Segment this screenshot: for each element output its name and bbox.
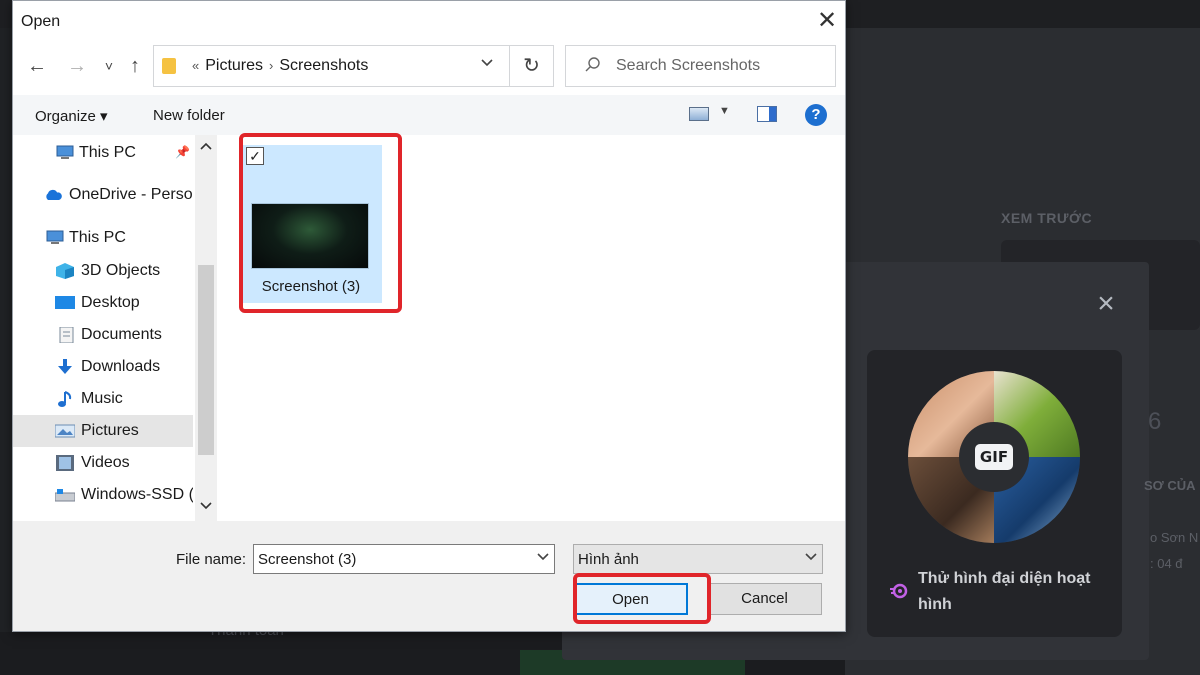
nav-item-label: Pictures bbox=[81, 422, 139, 439]
monitor-icon bbox=[56, 145, 74, 159]
search-input[interactable] bbox=[616, 46, 826, 86]
breadcrumb-separator: › bbox=[269, 58, 274, 73]
nav-item-label: This PC bbox=[79, 144, 136, 161]
nav-item-onedrive[interactable]: OneDrive - Person bbox=[13, 179, 193, 211]
folder-icon bbox=[162, 58, 176, 74]
nav-item-downloads[interactable]: Downloads bbox=[13, 351, 193, 383]
monitor-icon bbox=[46, 230, 64, 244]
nav-item-videos[interactable]: Videos bbox=[13, 447, 193, 479]
gif-badge: GIF bbox=[975, 444, 1013, 470]
nav-item-desktop[interactable]: Desktop bbox=[13, 287, 193, 319]
file-name-dropdown-icon[interactable] bbox=[536, 551, 550, 565]
document-icon bbox=[59, 327, 74, 343]
file-name-value[interactable]: Screenshot (3) bbox=[258, 551, 356, 568]
file-name-label: Screenshot (3) bbox=[261, 278, 361, 295]
preview-label: XEM TRƯỚC bbox=[1001, 210, 1093, 226]
new-folder-button[interactable]: New folder bbox=[153, 107, 225, 124]
animated-avatar-caption: Thử hình đại diện hoạt hình bbox=[918, 570, 1091, 613]
recent-locations-chevron-icon[interactable]: ˅ bbox=[97, 53, 121, 79]
desktop-icon bbox=[55, 296, 75, 309]
toolbar: Organize ▾ New folder ▼ ? bbox=[13, 95, 845, 135]
organize-button[interactable]: Organize ▾ bbox=[35, 107, 108, 125]
partial-text-1: SƠ CỦA bbox=[1144, 478, 1196, 493]
breadcrumb: « Pictures › Screenshots bbox=[186, 57, 368, 75]
pin-icon[interactable]: 📌 bbox=[175, 145, 190, 159]
search-icon bbox=[584, 56, 602, 79]
nav-item-windows-ssd[interactable]: Windows-SSD (C bbox=[13, 479, 193, 511]
scroll-up-chevron-icon[interactable] bbox=[199, 139, 213, 154]
scroll-thumb[interactable] bbox=[198, 265, 214, 455]
nav-item-this-pc-quick[interactable]: This PC bbox=[13, 137, 193, 169]
nav-item-3d-objects[interactable]: 3D Objects bbox=[13, 255, 193, 287]
nav-item-this-pc[interactable]: This PC bbox=[13, 222, 193, 254]
nav-item-label: Music bbox=[81, 390, 123, 407]
help-icon[interactable]: ? bbox=[805, 104, 827, 126]
file-type-select[interactable]: Hình ảnh bbox=[573, 544, 823, 574]
scroll-down-chevron-icon[interactable] bbox=[199, 499, 213, 514]
view-dropdown-icon[interactable]: ▼ bbox=[719, 105, 730, 117]
address-dropdown-icon[interactable] bbox=[480, 55, 494, 71]
file-type-value: Hình ảnh bbox=[578, 551, 639, 568]
nav-item-label: Videos bbox=[81, 454, 130, 471]
breadcrumb-screenshots[interactable]: Screenshots bbox=[279, 57, 368, 74]
file-type-dropdown-icon[interactable] bbox=[804, 551, 818, 565]
file-thumbnail bbox=[251, 203, 369, 269]
breadcrumb-pictures[interactable]: Pictures bbox=[205, 57, 263, 74]
pictures-icon bbox=[55, 424, 75, 438]
partial-number: 6 bbox=[1148, 408, 1162, 435]
forward-arrow-icon[interactable]: → bbox=[65, 53, 89, 79]
up-arrow-icon[interactable]: ↑ bbox=[123, 53, 147, 79]
open-file-dialog: Open ✕ ← → ˅ ↑ « Pictures › Screenshots ↻ O… bbox=[12, 0, 846, 632]
cloud-icon bbox=[46, 189, 62, 200]
breadcrumb-overflow[interactable]: « bbox=[192, 58, 199, 73]
nav-item-label: Documents bbox=[81, 326, 162, 343]
cube-icon bbox=[56, 263, 74, 279]
preview-pane-icon[interactable] bbox=[757, 106, 777, 122]
file-checkbox[interactable]: ✓ bbox=[246, 147, 264, 165]
modal-close-icon[interactable]: × bbox=[1092, 289, 1120, 319]
dialog-title: Open bbox=[21, 13, 61, 30]
nav-item-label: OneDrive - Person bbox=[69, 186, 193, 203]
nitro-icon bbox=[890, 582, 908, 600]
nav-item-documents[interactable]: Documents bbox=[13, 319, 193, 351]
video-icon bbox=[56, 455, 74, 471]
nav-item-label: Downloads bbox=[81, 358, 161, 375]
nav-item-music[interactable]: Music bbox=[13, 383, 193, 415]
open-button[interactable]: Open bbox=[573, 583, 688, 615]
download-icon bbox=[58, 359, 72, 374]
music-icon bbox=[58, 391, 72, 407]
address-bar[interactable]: « Pictures › Screenshots bbox=[153, 45, 510, 87]
back-arrow-icon[interactable]: ← bbox=[25, 53, 49, 79]
nav-item-label: 3D Objects bbox=[81, 262, 161, 279]
navigation-scrollbar[interactable] bbox=[195, 135, 217, 521]
partial-text-2: o Sơn N bbox=[1150, 530, 1199, 545]
close-icon[interactable]: ✕ bbox=[813, 7, 841, 35]
file-name-field-label: File name: bbox=[176, 551, 247, 568]
navigation-pane: This PC OneDrive - Person This PC 3D Obj… bbox=[13, 135, 217, 521]
drive-icon bbox=[55, 489, 75, 502]
nav-item-label: Desktop bbox=[81, 294, 140, 311]
partial-text-3: : 04 đ bbox=[1150, 556, 1183, 571]
nav-item-label: This PC bbox=[69, 229, 126, 246]
cancel-button[interactable]: Cancel bbox=[707, 583, 822, 615]
view-options-icon[interactable] bbox=[689, 107, 709, 121]
search-box[interactable] bbox=[565, 45, 836, 87]
nav-item-pictures[interactable]: Pictures bbox=[13, 415, 193, 447]
refresh-icon[interactable]: ↻ bbox=[510, 45, 554, 87]
nav-item-label: Windows-SSD (C bbox=[81, 486, 193, 503]
file-name-field[interactable]: Screenshot (3) bbox=[253, 544, 555, 574]
